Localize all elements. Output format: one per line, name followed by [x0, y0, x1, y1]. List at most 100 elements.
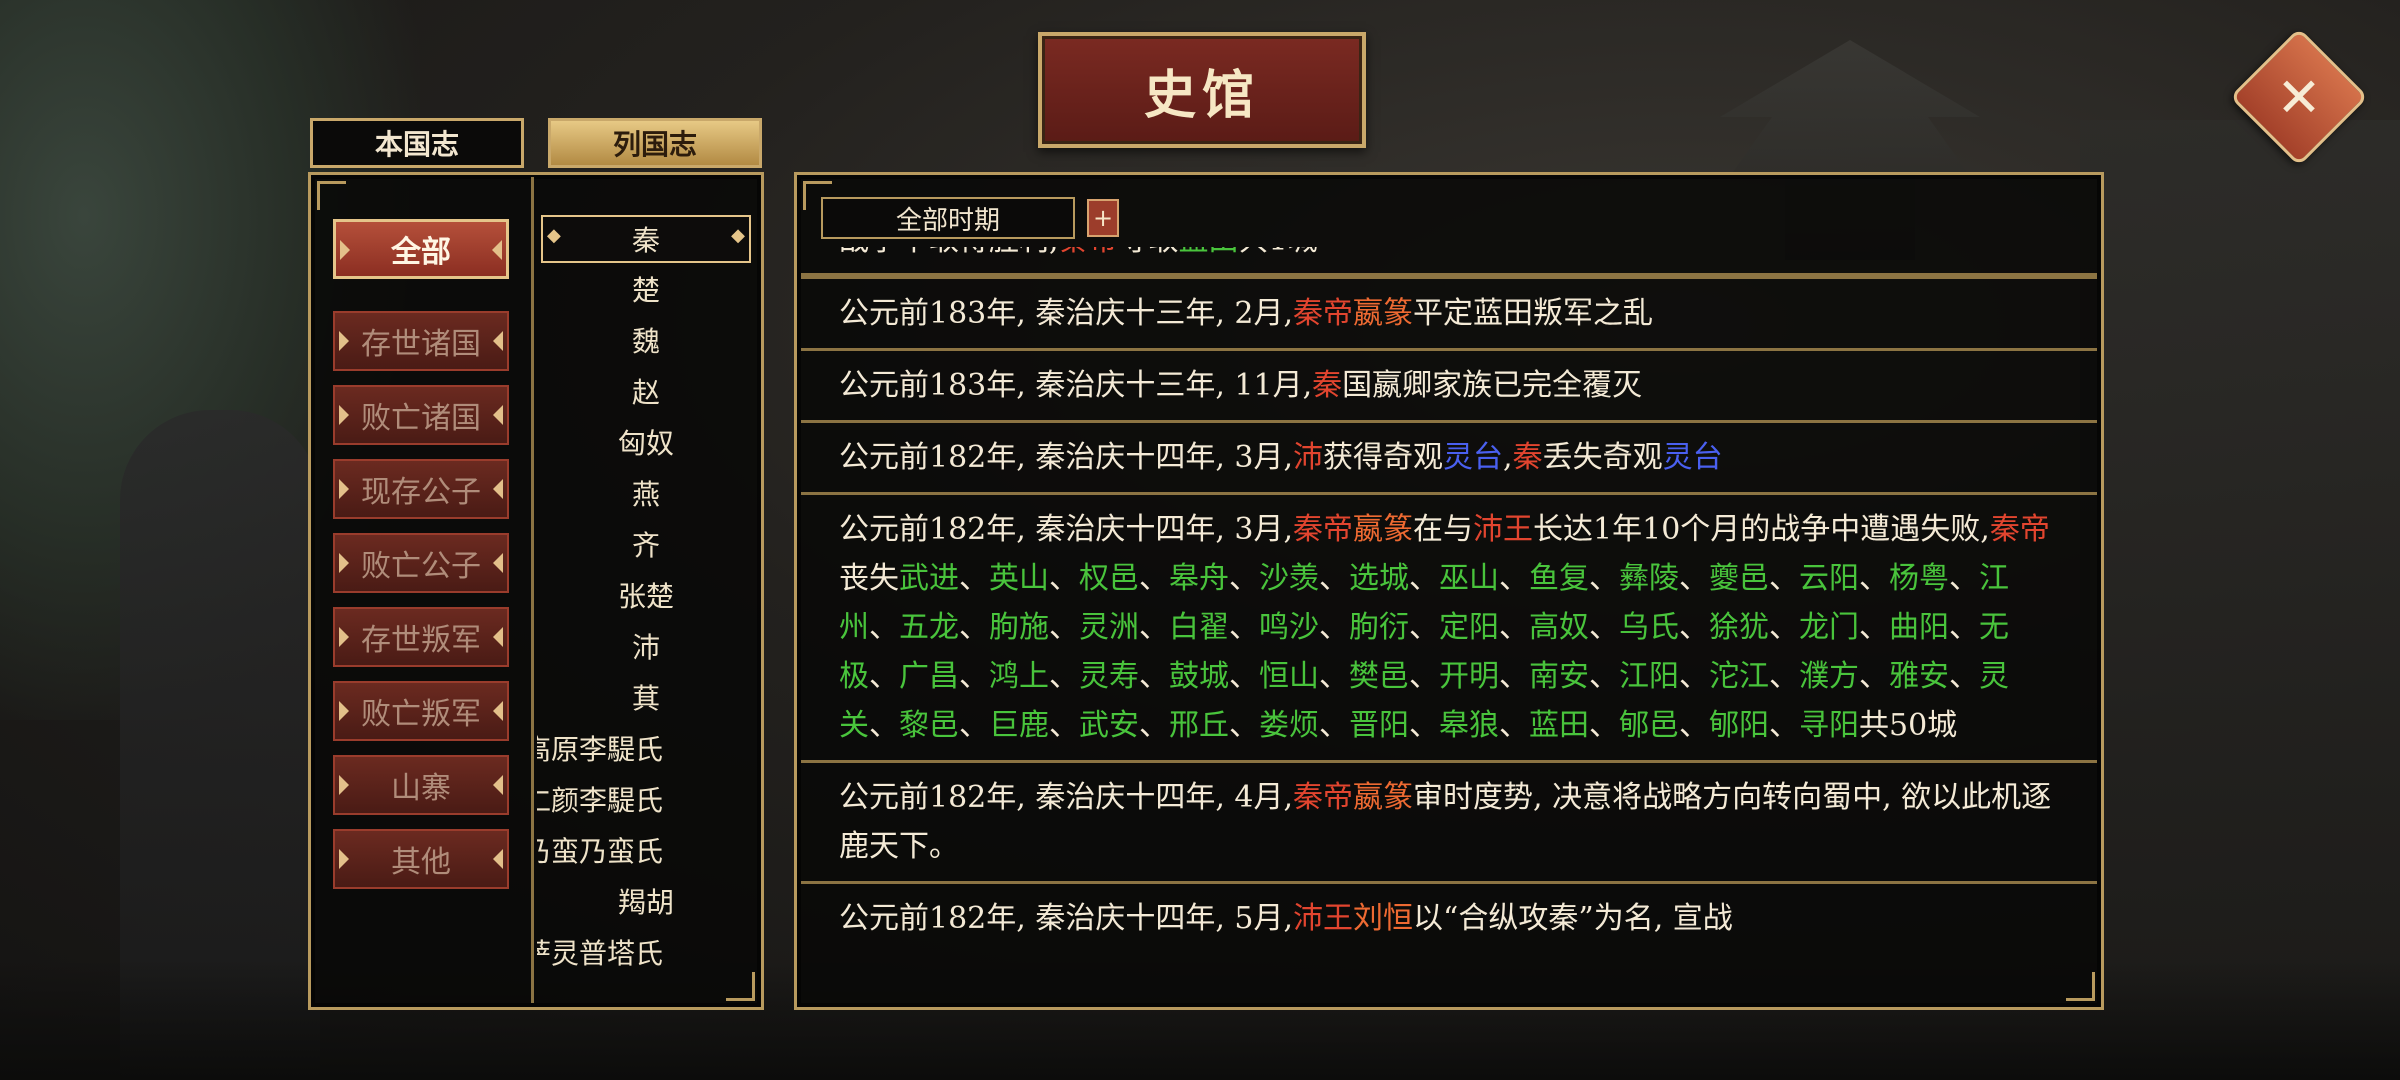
- city-name: 权邑: [1079, 561, 1139, 596]
- record-text: 、: [1859, 659, 1889, 694]
- record-text: 、: [1769, 610, 1799, 645]
- nation-item[interactable]: 赵: [537, 365, 755, 416]
- nation-item[interactable]: 秦: [541, 215, 751, 263]
- city-name: 杨粤: [1889, 561, 1949, 596]
- city-name: 南安: [1529, 659, 1589, 694]
- nation-item[interactable]: 魏: [537, 314, 755, 365]
- category-button[interactable]: 现存公子: [333, 459, 509, 519]
- record-text: 、: [1589, 561, 1619, 596]
- nation-item[interactable]: 张楚: [537, 569, 755, 620]
- record-text: 、: [1679, 708, 1709, 743]
- city-name: 沙羡: [1259, 561, 1319, 596]
- period-select[interactable]: 全部时期: [821, 197, 1075, 239]
- city-name: 樊邑: [1349, 659, 1409, 694]
- actor-name: 秦帝: [1293, 512, 1354, 547]
- record-text: 、: [1319, 610, 1349, 645]
- city-name: 蓝田: [1529, 708, 1589, 743]
- city-name: 白翟: [1169, 610, 1229, 645]
- category-button[interactable]: 败亡叛军: [333, 681, 509, 741]
- record-text: 、: [1589, 610, 1619, 645]
- actor-name: 嬴篆: [1353, 780, 1414, 815]
- nation-item[interactable]: 沛: [537, 620, 755, 671]
- record-text: 、: [1589, 659, 1619, 694]
- city-name: 彝陵: [1619, 561, 1679, 596]
- city-name: 朐施: [989, 610, 1049, 645]
- city-name: 邢丘: [1169, 708, 1229, 743]
- nation-item[interactable]: 萁: [537, 671, 755, 722]
- record-text: ,: [1503, 440, 1513, 475]
- category-button[interactable]: 全部: [333, 219, 509, 279]
- record-text: 、: [959, 708, 989, 743]
- page-title: 史馆: [1143, 64, 1260, 126]
- record-text: 、: [1049, 659, 1079, 694]
- category-button[interactable]: 败亡诸国: [333, 385, 509, 445]
- category-button[interactable]: 存世叛军: [333, 607, 509, 667]
- nation-item[interactable]: 楚: [537, 263, 755, 314]
- city-name: 高奴: [1529, 610, 1589, 645]
- record-list[interactable]: 战争中取得胜利,秦帝夺取蓝田共1城公元前183年, 秦治庆十三年, 2月, 秦帝嬴…: [801, 247, 2097, 1003]
- record-text: 、: [1049, 708, 1079, 743]
- tab-nations-history[interactable]: 列国志: [548, 118, 762, 168]
- nation-item[interactable]: 仁颜李騠氏: [537, 773, 755, 824]
- city-name: 英山: [989, 561, 1049, 596]
- nation-item[interactable]: 乃蛮乃蛮氏: [537, 824, 755, 875]
- record-text: 、: [1499, 610, 1529, 645]
- city-name: 江阳: [1619, 659, 1679, 694]
- nation-item[interactable]: 羯胡: [537, 875, 755, 926]
- actor-name: 秦: [1312, 368, 1343, 403]
- record-text: 、: [1499, 659, 1529, 694]
- actor-name: 沛王: [1473, 512, 1534, 547]
- nation-list[interactable]: 秦楚魏赵匈奴燕齐张楚沛萁高原李騠氏仁颜李騠氏乃蛮乃蛮氏羯胡萨灵普塔氏: [537, 215, 755, 995]
- record-text: 、: [1409, 610, 1439, 645]
- record-text: 公元前182年, 秦治庆十四年, 3月,: [839, 512, 1294, 547]
- record-text: 夺取: [1119, 247, 1179, 258]
- record-text: 、: [959, 659, 989, 694]
- record-text: 公元前182年, 秦治庆十四年, 4月,: [839, 780, 1294, 815]
- city-name: 狳犹: [1709, 610, 1769, 645]
- nation-item[interactable]: 齐: [537, 518, 755, 569]
- records-panel: 全部时期 + 战争中取得胜利,秦帝夺取蓝田共1城公元前183年, 秦治庆十三年,…: [794, 172, 2104, 1010]
- actor-name: 沛王: [1293, 901, 1354, 936]
- record-text: 以“合纵攻秦”为名, 宣战: [1413, 901, 1733, 936]
- category-button[interactable]: 存世诸国: [333, 311, 509, 371]
- history-record: 公元前182年, 秦治庆十四年, 5月,沛王刘恒以“合纵攻秦”为名, 宣战: [801, 884, 2097, 944]
- record-text: 、: [959, 561, 989, 596]
- city-name: 郇阳: [1709, 708, 1769, 743]
- nation-item[interactable]: 高原李騠氏: [537, 722, 755, 773]
- record-text: 、: [1769, 708, 1799, 743]
- city-name: 皋舟: [1169, 561, 1229, 596]
- record-text: 、: [869, 659, 899, 694]
- nation-item[interactable]: 燕: [537, 467, 755, 518]
- city-name: 娄烦: [1259, 708, 1319, 743]
- record-text: 、: [1409, 561, 1439, 596]
- record-text: 、: [959, 610, 989, 645]
- period-add-button[interactable]: +: [1087, 199, 1119, 237]
- record-text: 公元前182年, 秦治庆十四年, 5月,: [839, 901, 1294, 936]
- city-name: 黎邑: [899, 708, 959, 743]
- record-text: 公元前183年, 秦治庆十三年, 2月,: [839, 296, 1294, 331]
- category-button[interactable]: 其他: [333, 829, 509, 889]
- record-text: 国嬴卿家族已完全覆灭: [1342, 368, 1643, 403]
- city-name: 龙门: [1799, 610, 1859, 645]
- tab-local-history[interactable]: 本国志: [310, 118, 524, 168]
- panel-divider: [531, 177, 534, 1003]
- record-text: 、: [1139, 659, 1169, 694]
- background-cliff: [2080, 120, 2400, 1080]
- record-text: 、: [1679, 561, 1709, 596]
- category-button[interactable]: 败亡公子: [333, 533, 509, 593]
- record-text: 公元前183年, 秦治庆十三年, 11月,: [839, 368, 1313, 403]
- actor-name: 秦帝: [1059, 247, 1119, 258]
- record-text: 、: [1229, 561, 1259, 596]
- record-text: 丧失: [839, 561, 899, 596]
- city-name: 定阳: [1439, 610, 1499, 645]
- city-name: 灵洲: [1079, 610, 1139, 645]
- nation-item[interactable]: 匈奴: [537, 416, 755, 467]
- record-text: 、: [1679, 610, 1709, 645]
- category-button[interactable]: 山寨: [333, 755, 509, 815]
- city-name: 晋阳: [1349, 708, 1409, 743]
- title-plaque: 史馆: [1038, 32, 1366, 148]
- nation-item[interactable]: 萨灵普塔氏: [537, 926, 755, 977]
- record-text: 、: [869, 610, 899, 645]
- history-record: 战争中取得胜利,秦帝夺取蓝田共1城: [801, 247, 2097, 276]
- record-text: 、: [1139, 561, 1169, 596]
